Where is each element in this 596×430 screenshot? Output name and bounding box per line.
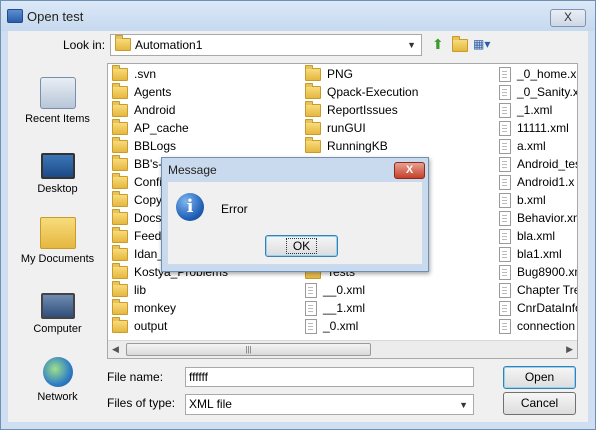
list-item[interactable]: a.xml [499,137,546,155]
list-item[interactable]: Android1.x [499,173,574,191]
look-in-value: Automation1 [135,38,203,52]
window-title: Open test [27,9,84,24]
computer-icon [40,293,75,319]
list-item[interactable]: Qpack-Execution [305,83,418,101]
list-item[interactable]: _1.xml [499,101,552,119]
file-type-value: XML file [189,397,232,411]
info-icon: i [176,193,204,221]
file-name-input[interactable]: ffffff [185,367,474,387]
list-item[interactable]: bla1.xml [499,245,562,263]
place-label: Network [37,391,78,403]
list-item[interactable]: Behavior.xn [499,209,577,227]
list-item[interactable]: __1.xml [305,299,365,317]
list-item[interactable]: runGUI [305,119,366,137]
file-type-label: Files of type: [107,396,176,410]
list-item[interactable]: 11111.xml [499,119,569,137]
up-folder-icon[interactable]: ⬆ [432,35,444,53]
chevron-down-icon: ▼ [459,400,468,410]
place-label: My Documents [20,253,95,265]
message-title: Message [168,163,217,177]
open-button[interactable]: Open [503,366,576,389]
list-item[interactable]: Chapter Tre [499,281,577,299]
place-computer[interactable]: Computer [11,287,104,335]
app-icon [7,9,23,23]
place-network[interactable]: Network [11,357,104,403]
place-my-documents[interactable]: My Documents [11,217,104,265]
list-item[interactable]: __0.xml [305,281,365,299]
message-dialog: Message X i Error OK [161,157,429,272]
message-body: i Error OK [168,182,422,264]
places-bar: Recent Items Desktop My Documents Comput… [11,63,104,418]
list-item[interactable]: Agents [112,83,171,101]
list-item[interactable]: RunningKB [305,137,388,155]
list-item[interactable]: output [112,317,167,335]
list-item[interactable]: BBLogs [112,137,176,155]
network-icon [42,357,73,387]
window-close-button[interactable]: X [550,9,586,27]
list-item[interactable]: Bug8900.xn [499,263,577,281]
chevron-down-icon: ▼ [407,40,416,50]
message-close-button[interactable]: X [394,162,425,179]
list-item[interactable]: lib [112,281,146,299]
place-label: Recent Items [25,113,90,125]
new-folder-icon[interactable] [452,35,468,53]
list-item[interactable]: PNG [305,65,353,83]
list-item[interactable]: b.xml [499,191,546,209]
horizontal-scrollbar[interactable]: ◀ ||| ▶ [108,340,577,358]
title-bar[interactable]: Open test X [1,1,595,31]
look-in-label: Look in: [63,38,106,52]
look-in-dropdown[interactable]: Automation1 ▼ [110,34,422,56]
my-documents-icon [39,217,76,249]
list-item[interactable]: AP_cache [112,119,189,137]
list-item[interactable]: _0_Sanity.x [499,83,577,101]
scrollbar-thumb[interactable]: ||| [126,343,371,356]
list-item[interactable]: ReportIssues [305,101,398,119]
list-item[interactable]: _0.xml [305,317,358,335]
list-item[interactable]: CnrDataInfo [499,299,577,317]
folder-icon [115,35,131,51]
place-label: Desktop [37,183,78,195]
file-name-label: File name: [107,370,164,384]
list-item[interactable]: Android [112,101,175,119]
place-desktop[interactable]: Desktop [11,147,104,195]
views-menu-icon[interactable]: ▦▾ [473,35,490,53]
file-type-dropdown[interactable]: XML file ▼ [185,394,474,415]
scroll-right-icon[interactable]: ▶ [566,344,573,355]
ok-button-label: OK [285,238,318,254]
message-text: Error [221,202,248,216]
cancel-button[interactable]: Cancel [503,392,576,415]
list-item[interactable]: connection [499,317,575,335]
list-item[interactable]: _0_home.xm [499,65,577,83]
ok-button[interactable]: OK [265,235,338,257]
list-item[interactable]: .svn [112,65,156,83]
place-label: Computer [33,323,82,335]
place-recent-items[interactable]: Recent Items [11,77,104,125]
desktop-icon [40,153,75,179]
recent-items-icon [39,77,76,109]
list-item[interactable]: Docs [112,209,161,227]
list-item[interactable]: monkey [112,299,176,317]
list-item[interactable]: Android_tes [499,155,577,173]
list-item[interactable]: Feede [112,227,168,245]
list-item[interactable]: bla.xml [499,227,555,245]
scroll-left-icon[interactable]: ◀ [112,344,119,355]
